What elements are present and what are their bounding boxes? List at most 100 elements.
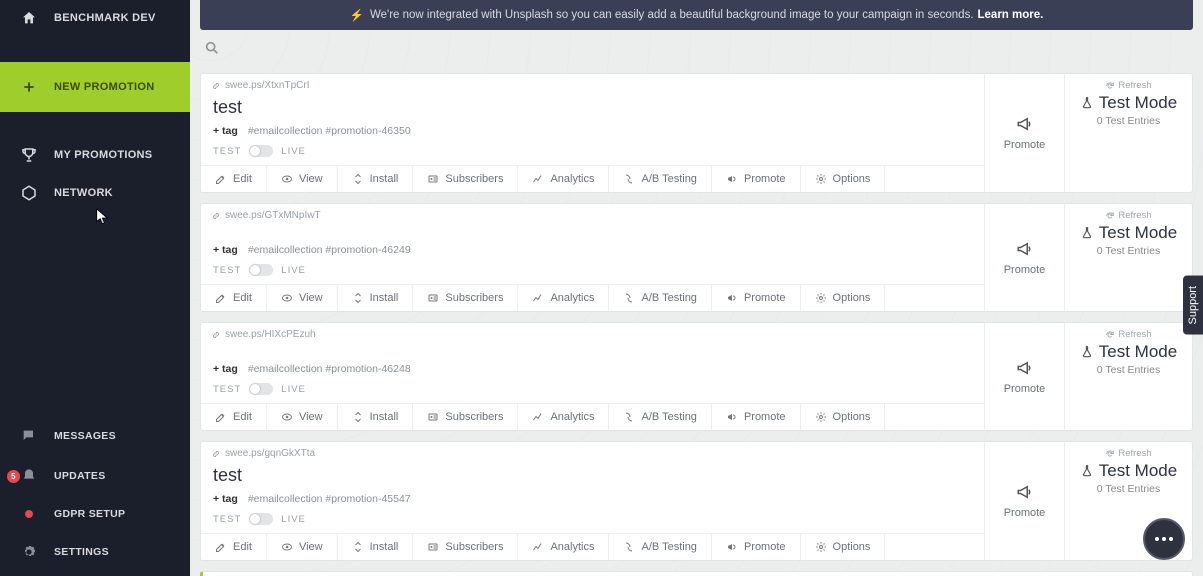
announcement-banner[interactable]: ⚡ We're now integrated with Unsplash so … bbox=[200, 0, 1193, 30]
card-main: 4 24">swee.ps/gqnGkXTta test + tag#email… bbox=[201, 442, 984, 560]
install-button[interactable]: Install bbox=[338, 404, 414, 430]
short-link[interactable]: 4 24">swee.ps/gqnGkXTta bbox=[201, 442, 984, 461]
install-button[interactable]: Install bbox=[338, 285, 414, 311]
edit-button[interactable]: Edit bbox=[201, 534, 267, 560]
promote-column[interactable]: 4 24"> Promote bbox=[984, 74, 1064, 192]
options-button[interactable]: Options bbox=[801, 166, 886, 192]
subscribers-button[interactable]: Subscribers bbox=[413, 404, 518, 430]
bell-icon bbox=[18, 468, 40, 484]
test-live-toggle-row: TEST LIVE bbox=[213, 140, 972, 159]
edit-button[interactable]: Edit bbox=[201, 285, 267, 311]
tag-row: + tag#emailcollection #promotion-46249 bbox=[213, 241, 972, 259]
card-main: 4 24">swee.ps/HIXcPEzuh + tag#emailcolle… bbox=[201, 323, 984, 430]
analytics-button[interactable]: Analytics bbox=[518, 285, 609, 311]
support-tab[interactable]: Support bbox=[1183, 276, 1203, 335]
ab-testing-button[interactable]: A/B Testing bbox=[609, 285, 711, 311]
flask-icon: 4 24"> bbox=[1080, 464, 1094, 478]
tags: #emailcollection #promotion-45547 bbox=[248, 493, 411, 505]
analytics-button[interactable]: Analytics bbox=[518, 534, 609, 560]
sidebar-item-my-promotions[interactable]: MY PROMOTIONS bbox=[0, 136, 190, 174]
promote-button[interactable]: Promote bbox=[712, 534, 801, 560]
view-button[interactable]: View bbox=[267, 534, 338, 560]
promotion-card: 4 24">swee.ps/XtxnTpCrI test + tag#email… bbox=[200, 73, 1193, 193]
status-column: 4 24">Refresh 4 24">Test Mode 0 Test Ent… bbox=[1064, 74, 1192, 192]
subscribers-button[interactable]: Subscribers bbox=[413, 534, 518, 560]
add-tag-button[interactable]: + tag bbox=[213, 363, 248, 375]
options-button[interactable]: Options bbox=[801, 404, 886, 430]
sidebar-item-messages[interactable]: MESSAGES bbox=[0, 416, 190, 456]
short-link[interactable]: 4 24">swee.ps/gQMxzXyrX bbox=[203, 572, 1192, 576]
options-button[interactable]: Options bbox=[801, 285, 886, 311]
view-button[interactable]: View bbox=[267, 285, 338, 311]
install-button[interactable]: Install bbox=[338, 166, 414, 192]
short-link[interactable]: 4 24">swee.ps/HIXcPEzuh bbox=[201, 323, 984, 342]
bullhorn-icon: 4 24"> bbox=[1016, 240, 1034, 258]
edit-button[interactable]: Edit bbox=[201, 404, 267, 430]
live-toggle-label: LIVE bbox=[281, 146, 306, 157]
promote-column[interactable]: 4 24"> Promote bbox=[984, 442, 1064, 560]
sidebar-item-network[interactable]: NETWORK bbox=[0, 174, 190, 212]
ab-testing-button[interactable]: A/B Testing bbox=[609, 534, 711, 560]
view-button[interactable]: View bbox=[267, 404, 338, 430]
dots-icon bbox=[1155, 537, 1173, 541]
edit-button[interactable]: Edit bbox=[201, 166, 267, 192]
ab-testing-button[interactable]: A/B Testing bbox=[609, 404, 711, 430]
short-link[interactable]: 4 24">swee.ps/XtxnTpCrI bbox=[201, 74, 984, 93]
test-toggle-label: TEST bbox=[213, 384, 241, 395]
refresh-link[interactable]: 4 24">Refresh bbox=[1105, 210, 1151, 221]
refresh-link[interactable]: 4 24">Refresh bbox=[1105, 448, 1151, 459]
chat-bubble-button[interactable] bbox=[1143, 518, 1185, 560]
install-button[interactable]: Install bbox=[338, 534, 414, 560]
promote-column[interactable]: 4 24"> Promote bbox=[984, 323, 1064, 430]
promote-button[interactable]: Promote bbox=[712, 404, 801, 430]
add-tag-button[interactable]: + tag bbox=[213, 125, 248, 137]
test-toggle-label: TEST bbox=[213, 265, 241, 276]
subscribers-button[interactable]: Subscribers bbox=[413, 166, 518, 192]
add-tag-button[interactable]: + tag bbox=[213, 244, 248, 256]
status-column: 4 24">Refresh 4 24">Test Mode 0 Test Ent… bbox=[1064, 323, 1192, 430]
tag-row: + tag#emailcollection #promotion-46350 bbox=[213, 122, 972, 140]
promote-column[interactable]: 4 24"> Promote bbox=[984, 204, 1064, 311]
test-live-toggle-row: TEST LIVE bbox=[213, 378, 972, 397]
options-button[interactable]: Options bbox=[801, 534, 886, 560]
status-column: 4 24">Refresh 4 24">Test Mode 0 Test Ent… bbox=[1064, 204, 1192, 311]
card-right: 4 24"> Promote 4 24">Refresh 4 24">Test … bbox=[984, 204, 1192, 311]
search-area[interactable] bbox=[190, 34, 1203, 67]
test-live-toggle[interactable] bbox=[249, 513, 273, 525]
refresh-link[interactable]: 4 24">Refresh bbox=[1105, 329, 1151, 340]
new-promotion-button[interactable]: NEW PROMOTION bbox=[0, 62, 190, 112]
analytics-button[interactable]: Analytics bbox=[518, 166, 609, 192]
short-link[interactable]: 4 24">swee.ps/GTxMNpIwT bbox=[201, 204, 984, 223]
home-icon bbox=[18, 10, 40, 26]
link-icon: 4 24"> bbox=[211, 81, 221, 91]
network-icon bbox=[18, 184, 40, 202]
promotion-title: test bbox=[213, 95, 972, 122]
add-tag-button[interactable]: + tag bbox=[213, 493, 248, 505]
subscribers-button[interactable]: Subscribers bbox=[413, 285, 518, 311]
analytics-button[interactable]: Analytics bbox=[518, 404, 609, 430]
test-live-toggle[interactable] bbox=[249, 383, 273, 395]
card-main: 4 24">swee.ps/XtxnTpCrI test + tag#email… bbox=[201, 74, 984, 192]
live-toggle-label: LIVE bbox=[281, 514, 306, 525]
sidebar-item-updates[interactable]: 5 UPDATES bbox=[0, 456, 190, 496]
link-icon: 4 24"> bbox=[211, 211, 221, 221]
link-icon: 4 24"> bbox=[211, 330, 221, 340]
search-icon bbox=[204, 40, 220, 56]
flask-icon: 4 24"> bbox=[1080, 226, 1094, 240]
view-button[interactable]: View bbox=[267, 166, 338, 192]
gdpr-label: GDPR SETUP bbox=[54, 508, 125, 520]
test-live-toggle[interactable] bbox=[249, 145, 273, 157]
sidebar-item-gdpr[interactable]: GDPR SETUP bbox=[0, 496, 190, 532]
promote-button[interactable]: Promote bbox=[712, 166, 801, 192]
sidebar-item-settings[interactable]: SETTINGS bbox=[0, 532, 190, 572]
sidebar-brand[interactable]: BENCHMARK DEV bbox=[0, 0, 190, 36]
refresh-link[interactable]: 4 24">Refresh bbox=[1105, 80, 1151, 91]
learn-more-link[interactable]: Learn more. bbox=[974, 9, 1044, 21]
test-toggle-label: TEST bbox=[213, 514, 241, 525]
test-live-toggle[interactable] bbox=[249, 264, 273, 276]
card-action-row: Edit View Install Subscribers Analytics … bbox=[201, 403, 984, 430]
my-promotions-label: MY PROMOTIONS bbox=[54, 149, 152, 161]
promote-button[interactable]: Promote bbox=[712, 285, 801, 311]
ab-testing-button[interactable]: A/B Testing bbox=[609, 166, 711, 192]
entries-count: 0 Test Entries bbox=[1097, 483, 1160, 495]
